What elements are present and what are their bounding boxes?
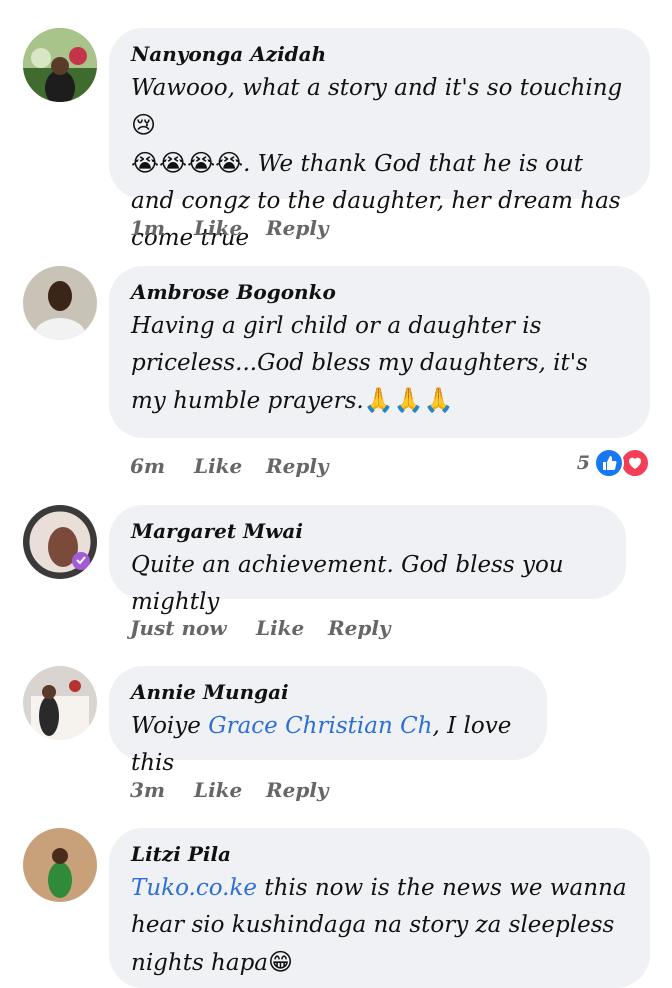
comment-timestamp[interactable]: 6m [130,454,194,478]
mention-link[interactable]: Tuko.co.ke [131,875,257,901]
avatar[interactable] [23,666,97,740]
comment-author[interactable]: Ambrose Bogonko [131,280,628,304]
comment-actions: 3m Like Reply [130,778,329,802]
comment-author[interactable]: Annie Mungai [131,680,525,704]
comment-bubble: Annie Mungai Woiye Grace Christian Ch, I… [109,666,547,776]
comment-author[interactable]: Margaret Mwai [131,519,604,543]
comment-author[interactable]: Nanyonga Azidah [131,42,628,66]
comment-bubble: Litzi Pila Tuko.co.ke this now is the ne… [109,828,650,988]
thumbs-up-icon [594,448,624,478]
reaction-summary[interactable]: 5 [577,448,650,478]
comment-text: Woiye Grace Christian Ch, I love this [131,713,512,776]
reply-button[interactable]: Reply [266,216,329,240]
comment-actions: Just now Like Reply [130,616,391,640]
grinning-face-emoji: 😁 [268,948,294,976]
comment-bubble: Margaret Mwai Quite an achievement. God … [109,505,626,615]
comment-text: Tuko.co.ke this now is the news we wanna… [131,875,627,976]
like-button[interactable]: Like [194,216,266,240]
comment-timestamp[interactable]: Just now [130,616,256,640]
heart-icon [620,448,650,478]
comment-actions: 1m Like Reply [130,216,329,240]
praying-hands-emoji: 🙏🙏🙏 [363,386,454,414]
comment-timestamp[interactable]: 1m [130,216,194,240]
comment-actions: 6m Like Reply [130,454,329,478]
avatar[interactable] [23,28,97,102]
comment-timestamp[interactable]: 3m [130,778,194,802]
comment-text: Having a girl child or a daughter is pri… [131,313,588,414]
like-button[interactable]: Like [256,616,328,640]
comment-bubble: Ambrose Bogonko Having a girl child or a… [109,266,650,438]
comment-bubble: Nanyonga Azidah Wawooo, what a story and… [109,28,650,251]
reaction-count: 5 [576,452,590,474]
comment-author[interactable]: Litzi Pila [131,842,628,866]
reply-button[interactable]: Reply [328,616,391,640]
avatar[interactable] [23,505,97,579]
crying-face-emoji: 😢 [131,111,157,139]
comment-text: Quite an achievement. God bless you migh… [131,552,564,615]
like-button[interactable]: Like [194,454,266,478]
mention-link[interactable]: Grace Christian Ch [208,713,432,739]
like-button[interactable]: Like [194,778,266,802]
loudly-crying-emoji: 😭😭😭😭 [131,149,244,177]
reply-button[interactable]: Reply [266,454,329,478]
reply-button[interactable]: Reply [266,778,329,802]
avatar[interactable] [23,828,97,902]
avatar[interactable] [23,266,97,340]
